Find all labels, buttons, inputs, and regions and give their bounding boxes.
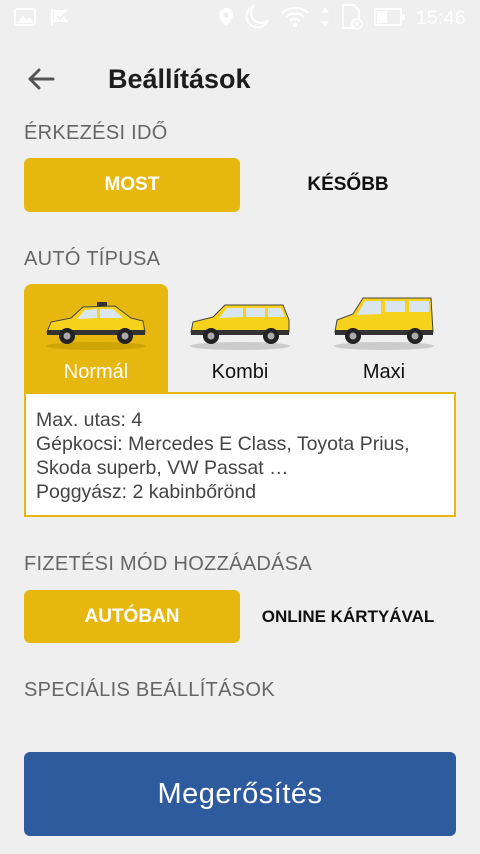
pay-in-car-button[interactable]: AUTÓBAN: [24, 590, 240, 643]
arrival-later-button[interactable]: KÉSŐBB: [240, 158, 456, 212]
back-button[interactable]: [24, 64, 58, 98]
arrival-time-label: ÉRKEZÉSI IDŐ: [24, 122, 168, 144]
confirm-button[interactable]: Megerősítés: [24, 752, 456, 836]
page-title: Beállítások: [108, 64, 251, 94]
info-vehicles-cont: Skoda superb, VW Passat …: [36, 457, 289, 479]
app-header: Beállítások: [0, 56, 480, 104]
car-type-info-box: Max. utas: 4 Gépkocsi: Mercedes E Class,…: [24, 392, 456, 517]
car-option-maxi-label: Maxi: [362, 361, 406, 383]
car-option-kombi-label: Kombi: [211, 361, 269, 383]
status-bar: 15:46: [0, 0, 480, 38]
payment-method-label: FIZETÉSI MÓD HOZZÁADÁSA: [24, 553, 313, 575]
car-type-label: AUTÓ TÍPUSA: [24, 248, 161, 270]
status-time: 15:46: [415, 8, 466, 29]
van-car-icon: [329, 284, 439, 357]
info-max-passengers: Max. utas: 4: [36, 409, 143, 431]
special-settings-label[interactable]: SPECIÁLIS BEÁLLÍTÁSOK: [24, 679, 275, 702]
wifi-icon: [280, 6, 310, 33]
location-icon: [218, 7, 234, 32]
sedan-car-icon: [41, 284, 151, 357]
car-option-normal[interactable]: Normál: [24, 284, 168, 392]
car-option-maxi[interactable]: Maxi: [312, 284, 456, 392]
check-flag-icon: [50, 7, 72, 32]
image-icon: [14, 7, 36, 31]
arrival-now-button[interactable]: MOST: [24, 158, 240, 212]
sim-off-icon: [340, 3, 364, 35]
wagon-car-icon: [185, 284, 295, 357]
car-option-normal-label: Normál: [63, 361, 129, 383]
info-luggage: Poggyász: 2 kabinbőrönd: [36, 481, 257, 503]
pay-online-card-button[interactable]: ONLINE KÁRTYÁVAL: [240, 590, 456, 643]
battery-icon: [373, 7, 406, 32]
moon-icon: [244, 4, 270, 35]
car-option-kombi[interactable]: Kombi: [168, 284, 312, 392]
data-arrows-icon: [320, 6, 330, 33]
arrow-left-icon: [27, 67, 55, 96]
info-vehicles: Gépkocsi: Mercedes E Class, Toyota Prius…: [36, 433, 410, 455]
